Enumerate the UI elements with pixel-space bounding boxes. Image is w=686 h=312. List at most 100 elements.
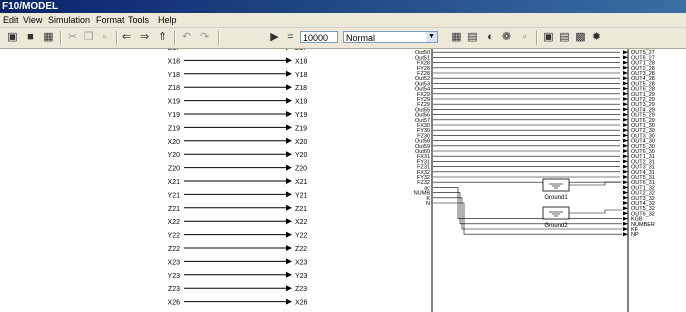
ground-block-label: Ground1 <box>544 195 568 201</box>
arrow-head <box>623 91 628 96</box>
bus-input-label: N <box>426 201 430 207</box>
arrow-head <box>623 201 628 205</box>
arrow-head <box>286 178 292 184</box>
library-browser-icon[interactable]: ▦ <box>450 31 463 44</box>
find-icon[interactable]: ▩ <box>574 31 587 44</box>
signal-output-label: Y23 <box>295 273 308 280</box>
cut-icon[interactable]: ✂ <box>66 31 79 44</box>
forward-icon[interactable]: ⇒ <box>138 31 151 44</box>
arrow-head <box>623 102 628 107</box>
bus-routing-line <box>459 192 622 225</box>
stop-time-input[interactable]: 10000 <box>300 31 338 43</box>
signal-output-label: X23 <box>295 259 308 266</box>
simulation-mode-select[interactable]: Normal ▼ <box>343 31 438 43</box>
signal-input-label: Y19 <box>168 112 181 119</box>
signal-input-label: Y20 <box>168 152 181 159</box>
bus-routing-line <box>461 197 622 230</box>
print-icon[interactable]: ▦ <box>42 31 55 44</box>
arrow-head <box>623 60 628 65</box>
arrow-head <box>623 232 628 237</box>
arrow-head <box>623 164 628 169</box>
debug-icon[interactable]: ❁ <box>500 31 513 44</box>
signal-output-label: Z17 <box>295 49 307 52</box>
save-icon[interactable]: ■ <box>24 31 37 44</box>
redo-icon[interactable]: ↷ <box>198 31 211 44</box>
signal-output-label: Z20 <box>295 166 307 173</box>
back-icon[interactable]: ⇐ <box>120 31 133 44</box>
arrow-head <box>623 107 628 112</box>
signal-output-label: Y18 <box>295 72 308 79</box>
menu-help[interactable]: Help <box>158 14 177 26</box>
ground-block-label: Ground2 <box>544 223 568 229</box>
signal-input-label: X23 <box>168 259 181 266</box>
arrow-head <box>286 124 292 131</box>
arrow-head <box>623 143 628 148</box>
arrow-head <box>623 221 628 226</box>
bus-output-label: NP <box>631 232 639 238</box>
arrow-head <box>286 49 288 50</box>
signal-input-label: X21 <box>168 179 181 186</box>
model-canvas[interactable]: Z17 Z17 X18 X18 Y18 Y18 Z18 Z18 X19 X19 Y19 Y19 Z19 Z… <box>0 49 686 312</box>
signal-output-label: X18 <box>295 58 308 65</box>
arrow-head <box>286 245 292 251</box>
library-icon[interactable]: ▣ <box>542 31 555 44</box>
chevron-down-icon[interactable]: ▼ <box>426 32 437 42</box>
signal-output-label: X20 <box>295 139 308 146</box>
arrow-head <box>286 218 292 225</box>
model-explorer-icon[interactable]: ▤ <box>558 31 571 44</box>
paste-icon[interactable]: ▫ <box>98 31 111 44</box>
arrow-head <box>286 231 292 238</box>
arrow-head <box>623 206 628 211</box>
stop-time-label: = <box>287 31 294 43</box>
signal-output-label: Y22 <box>295 233 308 240</box>
signal-output-label: Y20 <box>295 152 308 159</box>
arrow-head <box>623 180 628 185</box>
copy-icon[interactable]: ❐ <box>82 31 95 44</box>
arrow-head <box>286 111 292 117</box>
menu-format[interactable]: Format <box>96 14 125 26</box>
model-browser-icon[interactable]: ▤ <box>466 31 479 44</box>
arrow-head <box>623 128 628 133</box>
signal-output-label: Y21 <box>295 192 308 199</box>
arrow-head <box>623 159 628 164</box>
arrow-head <box>286 97 292 104</box>
arrow-head <box>623 97 628 101</box>
arrow-head <box>286 151 292 158</box>
undo-icon[interactable]: ↶ <box>180 31 193 44</box>
menu-edit[interactable]: Edit <box>3 14 19 26</box>
signal-input-label: X26 <box>168 300 181 307</box>
bus-routing-line <box>457 187 622 219</box>
up-icon[interactable]: ⇑ <box>156 31 169 44</box>
arrow-head <box>623 112 628 117</box>
menu-tools[interactable]: Tools <box>128 14 149 26</box>
arrow-head <box>286 271 292 278</box>
simulation-mode-value: Normal <box>346 33 376 43</box>
settings-icon[interactable]: ✹ <box>590 31 603 44</box>
signal-output-label: Z19 <box>295 125 307 132</box>
menu-simulation[interactable]: Simulation <box>48 14 90 26</box>
signal-input-label: X20 <box>168 139 181 146</box>
signal-output-label: Z18 <box>295 85 307 92</box>
signal-input-label: Y21 <box>168 192 181 199</box>
update-diagram-icon[interactable]: ▫ <box>518 31 531 44</box>
arrow-head <box>623 149 628 153</box>
start-simulation-icon[interactable]: ▶ <box>268 31 281 44</box>
ground-block <box>542 178 570 192</box>
signal-output-label: Z22 <box>295 246 307 253</box>
new-model-icon[interactable]: ▣ <box>6 31 19 44</box>
arrow-head <box>623 123 628 127</box>
arrow-head <box>286 191 292 198</box>
signal-output-label: X21 <box>295 179 308 186</box>
menu-bar: Edit View Simulation Format Tools Help <box>0 13 686 28</box>
ground-wire <box>569 209 622 214</box>
arrow-head <box>623 81 628 86</box>
signal-input-label: Z22 <box>168 246 180 253</box>
signal-output-label: X19 <box>295 99 308 106</box>
explorer-icon[interactable]: ◐ <box>484 31 497 44</box>
signal-input-label: X18 <box>168 58 181 65</box>
arrow-head <box>623 50 628 55</box>
signal-input-label: Z17 <box>168 49 180 52</box>
ground-block <box>542 206 570 220</box>
menu-view[interactable]: View <box>23 14 42 26</box>
arrow-head <box>623 169 628 174</box>
